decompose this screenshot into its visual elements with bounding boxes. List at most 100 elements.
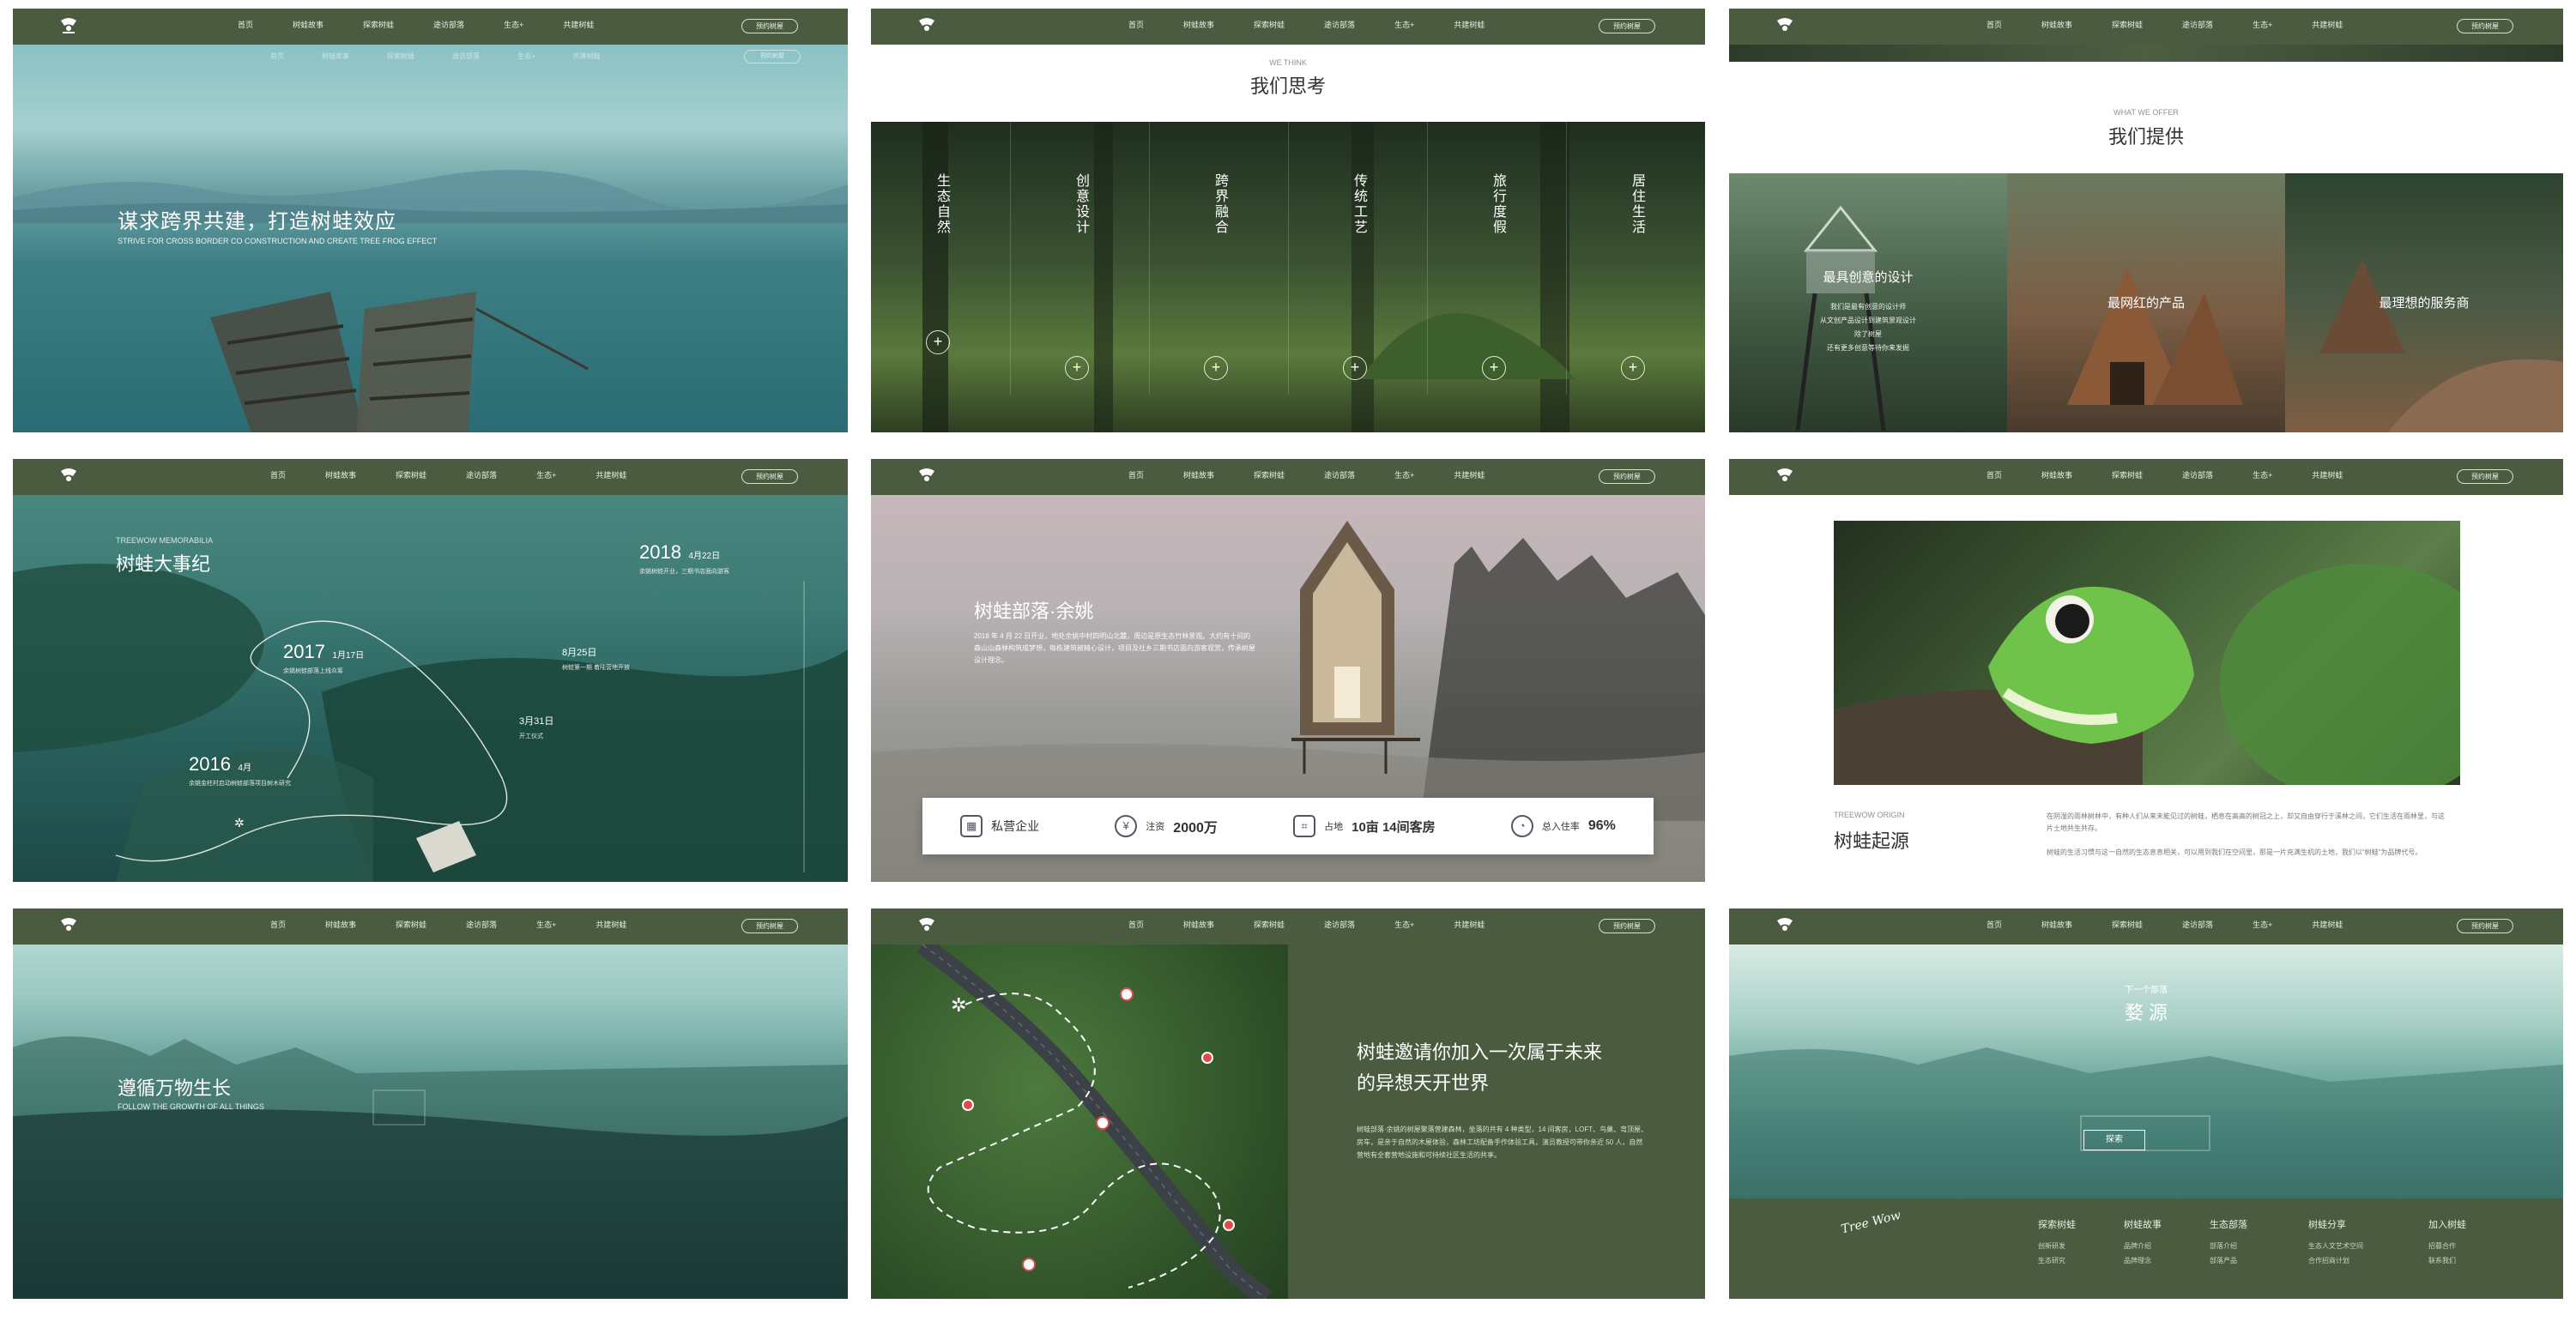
expand-plus-icon[interactable]: +	[1621, 356, 1645, 380]
nav-eco[interactable]: 生态+	[1394, 19, 1414, 30]
footer-link[interactable]: 联系我们	[2428, 1256, 2466, 1265]
nav-eco[interactable]: 生态+	[2252, 19, 2272, 30]
secondary-nav-eco[interactable]: 生态+	[517, 51, 535, 61]
treewow-logo[interactable]	[57, 466, 80, 485]
footer-link[interactable]: 品牌介绍	[2124, 1241, 2162, 1251]
expand-plus-icon[interactable]: +	[1343, 356, 1367, 380]
nav-eco[interactable]: 生态+	[1394, 469, 1414, 480]
book-treehouse-button[interactable]: 预约树屋	[741, 19, 798, 33]
treewow-logo[interactable]	[57, 15, 80, 34]
nav-home[interactable]: 首页	[1128, 19, 1144, 30]
nav-eco[interactable]: 生态+	[2252, 469, 2272, 480]
expand-plus-icon[interactable]: +	[1065, 356, 1089, 380]
nav-home[interactable]: 首页	[238, 19, 253, 30]
nav-story[interactable]: 树蛙故事	[325, 919, 356, 930]
treewow-logo[interactable]	[1774, 15, 1796, 34]
book-treehouse-button[interactable]: 预约树屋	[741, 469, 798, 484]
treewow-logo[interactable]	[1774, 466, 1796, 485]
nav-home[interactable]: 首页	[1986, 19, 2002, 30]
footer-link[interactable]: 部落介绍	[2210, 1241, 2247, 1251]
footer-col-title[interactable]: 探索树蛙	[2038, 1217, 2076, 1231]
nav-tribe[interactable]: 途访部落	[2182, 469, 2213, 480]
nav-home[interactable]: 首页	[1986, 919, 2002, 930]
nav-story[interactable]: 树蛙故事	[2041, 469, 2072, 480]
nav-explore[interactable]: 探索树蛙	[396, 469, 426, 480]
footer-brand-logo[interactable]: Tree Wow	[1840, 1209, 1902, 1237]
footer-link[interactable]: 品牌理念	[2124, 1256, 2162, 1265]
nav-story[interactable]: 树蛙故事	[2041, 919, 2072, 930]
nav-build[interactable]: 共建树蛙	[1454, 19, 1485, 30]
book-treehouse-button[interactable]: 预约树屋	[2457, 919, 2513, 933]
nav-build[interactable]: 共建树蛙	[1454, 469, 1485, 480]
nav-build[interactable]: 共建树蛙	[596, 469, 626, 480]
nav-tribe[interactable]: 途访部落	[2182, 919, 2213, 930]
nav-eco[interactable]: 生态+	[536, 919, 556, 930]
footer-col-title[interactable]: 加入树蛙	[2428, 1217, 2466, 1231]
nav-home[interactable]: 首页	[1986, 469, 2002, 480]
secondary-nav-story[interactable]: 树蛙故事	[322, 51, 349, 61]
expand-plus-icon[interactable]: +	[926, 330, 950, 354]
timeline-event-mar31[interactable]: 3月31日 开工仪式	[519, 713, 553, 740]
nav-story[interactable]: 树蛙故事	[1183, 19, 1214, 30]
treewow-logo[interactable]	[916, 466, 938, 485]
aerial-forest-map[interactable]: ✲	[871, 937, 1288, 1299]
secondary-book-button[interactable]: 预约树屋	[744, 50, 801, 63]
nav-tribe[interactable]: 途访部落	[1324, 469, 1355, 480]
expand-plus-icon[interactable]: +	[1204, 356, 1228, 380]
timeline-event-2016[interactable]: 2016 4月 余姚金柱村启动树蛙部落项目树木研究	[189, 753, 291, 788]
book-treehouse-button[interactable]: 预约树屋	[741, 919, 798, 933]
nav-story[interactable]: 树蛙故事	[293, 19, 324, 30]
nav-eco[interactable]: 生态+	[1394, 919, 1414, 930]
book-treehouse-button[interactable]: 预约树屋	[2457, 469, 2513, 484]
footer-link[interactable]: 生态研究	[2038, 1256, 2076, 1265]
expand-plus-icon[interactable]: +	[1482, 356, 1506, 380]
treewow-logo[interactable]	[916, 915, 938, 934]
offer-card-service[interactable]: 最理想的服务商	[2285, 173, 2563, 432]
map-pin-icon[interactable]	[1120, 987, 1134, 1001]
secondary-nav-tribe[interactable]: 途访部落	[452, 51, 480, 61]
nav-build[interactable]: 共建树蛙	[563, 19, 594, 30]
footer-link[interactable]: 部落产品	[2210, 1256, 2247, 1265]
secondary-nav-build[interactable]: 共建树蛙	[573, 51, 601, 61]
nav-home[interactable]: 首页	[270, 919, 286, 930]
footer-col-title[interactable]: 树蛙分享	[2308, 1217, 2363, 1231]
nav-explore[interactable]: 探索树蛙	[1254, 469, 1285, 480]
nav-tribe[interactable]: 途访部落	[1324, 19, 1355, 30]
book-treehouse-button[interactable]: 预约树屋	[1599, 19, 1655, 33]
nav-tribe[interactable]: 途访部落	[1324, 919, 1355, 930]
map-pin-icon[interactable]	[1223, 1219, 1235, 1231]
nav-explore[interactable]: 探索树蛙	[2112, 919, 2143, 930]
nav-build[interactable]: 共建树蛙	[2312, 919, 2343, 930]
timeline-event-aug25[interactable]: 8月25日 树蛙第一期 着陆营地开放	[562, 644, 630, 672]
nav-explore[interactable]: 探索树蛙	[1254, 919, 1285, 930]
nav-story[interactable]: 树蛙故事	[1183, 469, 1214, 480]
book-treehouse-button[interactable]: 预约树屋	[1599, 919, 1655, 933]
nav-tribe[interactable]: 途访部落	[2182, 19, 2213, 30]
map-pin-icon[interactable]	[1022, 1258, 1036, 1271]
nav-tribe[interactable]: 途访部落	[466, 469, 497, 480]
nav-explore[interactable]: 探索树蛙	[2112, 469, 2143, 480]
nav-story[interactable]: 树蛙故事	[325, 469, 356, 480]
treewow-logo[interactable]	[57, 915, 80, 934]
nav-story[interactable]: 树蛙故事	[1183, 919, 1214, 930]
nav-build[interactable]: 共建树蛙	[596, 919, 626, 930]
nav-build[interactable]: 共建树蛙	[1454, 919, 1485, 930]
footer-link[interactable]: 创新研发	[2038, 1241, 2076, 1251]
nav-explore[interactable]: 探索树蛙	[396, 919, 426, 930]
footer-col-title[interactable]: 生态部落	[2210, 1217, 2247, 1231]
offer-card-design[interactable]: 最具创意的设计 我们是最有创意的设计师 从文创产品设计到建筑景观设计 除了树屋 …	[1729, 173, 2007, 432]
treewow-logo[interactable]	[916, 15, 938, 34]
nav-home[interactable]: 首页	[270, 469, 286, 480]
footer-link[interactable]: 招募合作	[2428, 1241, 2466, 1251]
nav-eco[interactable]: 生态+	[2252, 919, 2272, 930]
offer-card-product[interactable]: 最网红的产品	[2007, 173, 2285, 432]
nav-story[interactable]: 树蛙故事	[2041, 19, 2072, 30]
map-pin-icon[interactable]	[1096, 1116, 1110, 1130]
secondary-nav-home[interactable]: 首页	[270, 51, 284, 61]
secondary-nav-explore[interactable]: 探索树蛙	[387, 51, 414, 61]
treewow-logo[interactable]	[1774, 915, 1796, 934]
nav-explore[interactable]: 探索树蛙	[2112, 19, 2143, 30]
footer-col-title[interactable]: 树蛙故事	[2124, 1217, 2162, 1231]
book-treehouse-button[interactable]: 预约树屋	[2457, 19, 2513, 33]
nav-explore[interactable]: 探索树蛙	[363, 19, 394, 30]
